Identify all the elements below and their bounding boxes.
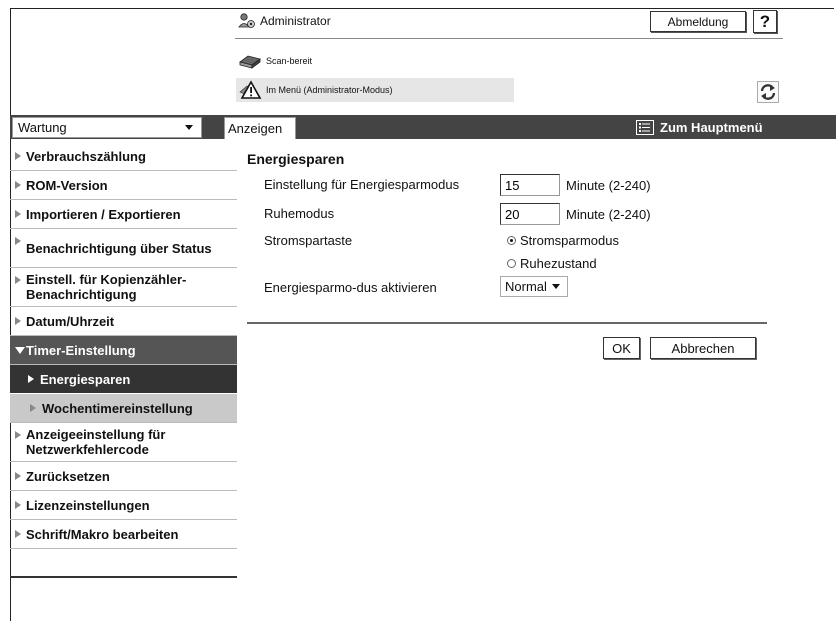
- sidebar-item-rom-version[interactable]: ROM-Version: [10, 171, 237, 200]
- power-key-label: Stromspartaste: [264, 233, 353, 248]
- triangle-right-icon: [15, 501, 21, 509]
- logout-button[interactable]: Abmeldung: [650, 11, 746, 32]
- sidebar-item-label: ROM-Version: [26, 177, 108, 193]
- refresh-button[interactable]: [757, 81, 779, 103]
- menu-status-text: Im Menü (Administrator-Modus): [266, 85, 393, 95]
- sidebar-item-label: Schrift/Makro bearbeiten: [26, 526, 179, 542]
- radio-sleep-state[interactable]: Ruhezustand: [507, 256, 597, 271]
- triangle-right-icon: [15, 472, 21, 480]
- sleep-mode-input[interactable]: [500, 203, 560, 225]
- sidebar-item-label: Timer-Einstellung: [26, 342, 136, 358]
- chevron-down-icon: [552, 284, 560, 289]
- sidebar-item-label: Einstell. für Kopienzähler-Benachrichtig…: [26, 272, 187, 302]
- tab-anzeigen[interactable]: Anzeigen: [224, 117, 296, 139]
- sidebar-item-import-export[interactable]: Importieren / Exportieren: [10, 200, 237, 229]
- sidebar-item-label: Wochentimereinstellung: [42, 400, 193, 416]
- sidebar-item-label: Zurücksetzen: [26, 468, 110, 484]
- triangle-right-icon: [30, 404, 36, 412]
- sidebar-item-counter-notification[interactable]: Einstell. für Kopienzähler-Benachrichtig…: [10, 268, 237, 307]
- sidebar-item-status-notification[interactable]: Benachrichtigung über Status: [10, 229, 237, 268]
- content-divider: [247, 322, 767, 324]
- sidebar-item-label: Benachrichtigung über Status: [26, 240, 212, 256]
- sidebar-item-date-time[interactable]: Datum/Uhrzeit: [10, 307, 237, 336]
- admin-user-icon: [238, 13, 255, 28]
- triangle-right-icon: [28, 375, 34, 383]
- radio-sleep-state-label: Ruhezustand: [520, 256, 597, 271]
- energy-mode-label: Einstellung für Energiesparmodus: [264, 177, 460, 192]
- activate-select-value: Normal: [505, 279, 547, 294]
- admin-label: Administrator: [260, 14, 331, 28]
- sidebar-item-energy-saving[interactable]: Energiesparen: [10, 365, 237, 394]
- menu-status: Im Menü (Administrator-Modus): [236, 78, 514, 102]
- triangle-right-icon: [15, 530, 21, 538]
- device-status: Scan-bereit: [238, 53, 312, 69]
- help-button[interactable]: ?: [753, 10, 777, 33]
- sidebar-item-network-error-display[interactable]: Anzeigeeinstellung für Netzwerkfehlercod…: [10, 423, 237, 462]
- sleep-mode-unit: Minute (2-240): [566, 207, 651, 222]
- main-menu-icon: [636, 120, 654, 135]
- main-menu-link[interactable]: Zum Hauptmenü: [636, 117, 763, 138]
- sidebar-item-license-settings[interactable]: Lizenzeinstellungen: [10, 491, 237, 520]
- sidebar-bottom-divider: [10, 576, 237, 578]
- warning-icon: [239, 80, 262, 99]
- sidebar-item-label: Importieren / Exportieren: [26, 206, 181, 222]
- ok-button[interactable]: OK: [603, 337, 640, 359]
- sidebar-item-label: Lizenzeinstellungen: [26, 497, 150, 513]
- scanner-icon: [239, 55, 261, 69]
- cancel-button[interactable]: Abbrechen: [650, 337, 756, 359]
- energy-mode-unit: Minute (2-240): [566, 178, 651, 193]
- admin-user: Administrator: [238, 12, 331, 30]
- sidebar-item-label: Energiesparen: [40, 371, 131, 387]
- sidebar-item-font-macro-edit[interactable]: Schrift/Makro bearbeiten: [10, 520, 237, 549]
- radio-unchecked-icon: [507, 259, 516, 268]
- sidebar-item-label: Verbrauchszählung: [26, 148, 146, 164]
- page-title: Energiesparen: [247, 151, 345, 167]
- radio-power-saving-label: Stromsparmodus: [520, 233, 619, 248]
- triangle-right-icon: [15, 431, 21, 439]
- device-status-text: Scan-bereit: [266, 56, 313, 66]
- sidebar-item-weekly-timer[interactable]: Wochentimereinstellung: [10, 394, 237, 423]
- sidebar-item-verbrauchszaehlung[interactable]: Verbrauchszählung: [10, 142, 237, 171]
- triangle-right-icon: [15, 181, 21, 189]
- energy-mode-input[interactable]: [500, 174, 560, 196]
- triangle-right-icon: [15, 237, 21, 245]
- chevron-down-icon: [185, 125, 193, 130]
- triangle-right-icon: [15, 210, 21, 218]
- main-menu-label: Zum Hauptmenü: [660, 120, 763, 135]
- mode-select[interactable]: Wartung: [12, 117, 202, 138]
- sleep-mode-label: Ruhemodus: [264, 206, 335, 221]
- triangle-right-icon: [15, 276, 21, 284]
- activate-label: Energiesparmo-dus aktivieren: [264, 280, 437, 295]
- radio-checked-icon: [507, 236, 516, 245]
- triangle-right-icon: [15, 317, 21, 325]
- triangle-right-icon: [15, 152, 21, 160]
- sidebar: Verbrauchszählung ROM-Version Importiere…: [10, 142, 237, 549]
- refresh-icon: [760, 84, 776, 100]
- header-divider: [235, 38, 783, 39]
- mode-select-value: Wartung: [18, 120, 67, 135]
- sidebar-item-label: Anzeigeeinstellung für Netzwerkfehlercod…: [26, 427, 166, 457]
- sidebar-item-timer-settings[interactable]: Timer-Einstellung: [10, 336, 237, 365]
- sidebar-item-label: Datum/Uhrzeit: [26, 313, 115, 329]
- triangle-down-icon: [15, 346, 25, 354]
- sidebar-item-reset[interactable]: Zurücksetzen: [10, 462, 237, 491]
- radio-power-saving[interactable]: Stromsparmodus: [507, 233, 619, 248]
- activate-select[interactable]: Normal: [500, 276, 568, 297]
